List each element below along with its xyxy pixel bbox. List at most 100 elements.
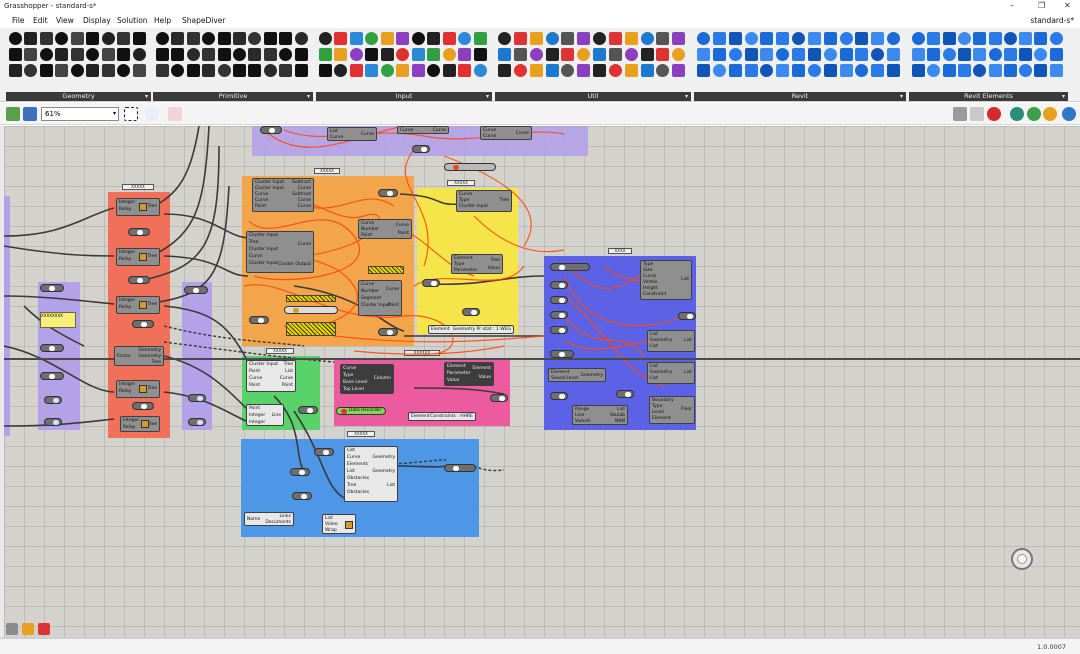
component-icon[interactable] [792, 32, 806, 45]
component-icon[interactable] [792, 48, 806, 61]
wireframe-preview-icon[interactable] [970, 107, 984, 121]
stop-solver-icon[interactable] [38, 623, 50, 635]
component-icon[interactable] [70, 32, 84, 45]
component-icon[interactable] [458, 48, 472, 61]
component-icon[interactable] [776, 48, 790, 61]
sketch-pen-icon[interactable] [168, 107, 182, 121]
component-icon[interactable] [473, 32, 487, 45]
component-icon[interactable] [1003, 64, 1017, 77]
component-icon[interactable] [697, 64, 710, 77]
component-icon[interactable] [561, 32, 575, 45]
component-icon[interactable] [593, 48, 606, 61]
material-preview-icon[interactable] [1043, 107, 1057, 121]
component-icon[interactable] [279, 32, 293, 45]
component-icon[interactable] [117, 32, 131, 45]
component-icon[interactable] [577, 48, 591, 61]
number-slider[interactable] [462, 308, 480, 316]
number-slider[interactable] [550, 350, 574, 358]
component-icon[interactable] [380, 48, 394, 61]
component-icon[interactable] [957, 64, 971, 77]
document-tab[interactable]: standard-s* [1030, 16, 1074, 25]
component-icon[interactable] [233, 32, 246, 45]
component-icon[interactable] [760, 64, 774, 77]
component-blue-big[interactable]: List Curve Elements List Obstacles Tree … [344, 446, 398, 502]
component-icon[interactable] [294, 32, 308, 45]
number-slider[interactable] [378, 189, 398, 197]
component-icon[interactable] [233, 64, 246, 77]
number-slider[interactable] [378, 328, 398, 336]
panel-yellow[interactable]: XXXXXXXX [40, 312, 76, 328]
component-icon[interactable] [887, 64, 901, 77]
component-icon[interactable] [101, 32, 115, 45]
eye-icon[interactable] [145, 107, 159, 121]
component-icon[interactable] [9, 48, 22, 61]
component-icon[interactable] [55, 64, 69, 77]
component-icon[interactable] [744, 64, 758, 77]
component-icon[interactable] [561, 64, 575, 77]
component-icon[interactable] [9, 32, 22, 45]
component-icon[interactable] [656, 48, 670, 61]
component-icon[interactable] [24, 64, 38, 77]
component-icon[interactable] [365, 64, 379, 77]
component-icon[interactable] [529, 48, 543, 61]
ribbon-group-label[interactable]: Input ▾ [316, 92, 492, 101]
component-column[interactable]: Curve Type Base Level Top Level Column [340, 364, 394, 394]
display-options-icon[interactable] [1062, 107, 1076, 121]
panel-hatched[interactable] [286, 295, 336, 302]
component-icon[interactable] [608, 32, 622, 45]
component-icon[interactable] [473, 48, 487, 61]
component-icon[interactable] [294, 48, 308, 61]
number-slider[interactable] [314, 448, 334, 456]
component-icon[interactable] [1034, 32, 1048, 45]
component-icon[interactable] [248, 64, 262, 77]
component-curve-yellow[interactable]: Curve Type Cluster Input Tree [456, 190, 512, 212]
component-icon[interactable] [171, 48, 185, 61]
component-top-a[interactable]: List Curve Curve [327, 127, 377, 141]
number-slider[interactable] [290, 468, 310, 476]
component-icon[interactable] [855, 64, 869, 77]
component-cluster-b[interactable]: Cluster Input Tree Cluster Input Curve C… [246, 231, 314, 273]
component-curve-d[interactable]: Curve Number Segment Cluster Input Curve… [358, 280, 402, 316]
component-integer-tree-4[interactable]: Integer Relay Tree [116, 380, 160, 398]
component-icon[interactable] [156, 32, 169, 45]
component-icon[interactable] [279, 64, 293, 77]
component-icon[interactable] [294, 64, 308, 77]
component-icon[interactable] [513, 48, 527, 61]
toggle-component[interactable] [188, 394, 206, 402]
component-icon[interactable] [1049, 64, 1063, 77]
number-slider[interactable] [550, 392, 568, 400]
component-icon[interactable] [697, 32, 710, 45]
component-icon[interactable] [912, 48, 925, 61]
component-integer-tree-2[interactable]: Integer Relay Tree [116, 248, 160, 266]
component-icon[interactable] [263, 64, 277, 77]
component-icon[interactable] [55, 32, 69, 45]
component-icon[interactable] [871, 64, 885, 77]
component-icon[interactable] [279, 48, 293, 61]
component-icon[interactable] [640, 32, 654, 45]
number-slider[interactable] [249, 316, 269, 324]
component-icon[interactable] [640, 64, 654, 77]
component-icon[interactable] [839, 32, 853, 45]
number-slider[interactable] [132, 402, 154, 410]
component-icon[interactable] [233, 48, 246, 61]
component-icon[interactable] [117, 64, 131, 77]
component-icon[interactable] [577, 32, 591, 45]
component-icon[interactable] [86, 64, 100, 77]
scribble-geometry-filter[interactable] [444, 163, 496, 171]
component-icon[interactable] [396, 32, 410, 45]
bake-icon[interactable] [987, 107, 1001, 121]
menu-edit[interactable]: Edit [33, 16, 48, 25]
component-icon[interactable] [101, 64, 115, 77]
component-icon[interactable] [608, 64, 622, 77]
number-slider[interactable] [260, 126, 282, 134]
component-icon[interactable] [712, 48, 726, 61]
component-icon[interactable] [942, 64, 956, 77]
component-icon[interactable] [1034, 48, 1048, 61]
component-icon[interactable] [39, 48, 53, 61]
component-icon[interactable] [248, 32, 262, 45]
component-icon[interactable] [1019, 32, 1033, 45]
component-icon[interactable] [672, 48, 686, 61]
component-integer-tree-1[interactable]: Integer Relay Tree [116, 198, 160, 216]
number-slider[interactable] [412, 145, 430, 153]
component-icon[interactable] [86, 32, 100, 45]
